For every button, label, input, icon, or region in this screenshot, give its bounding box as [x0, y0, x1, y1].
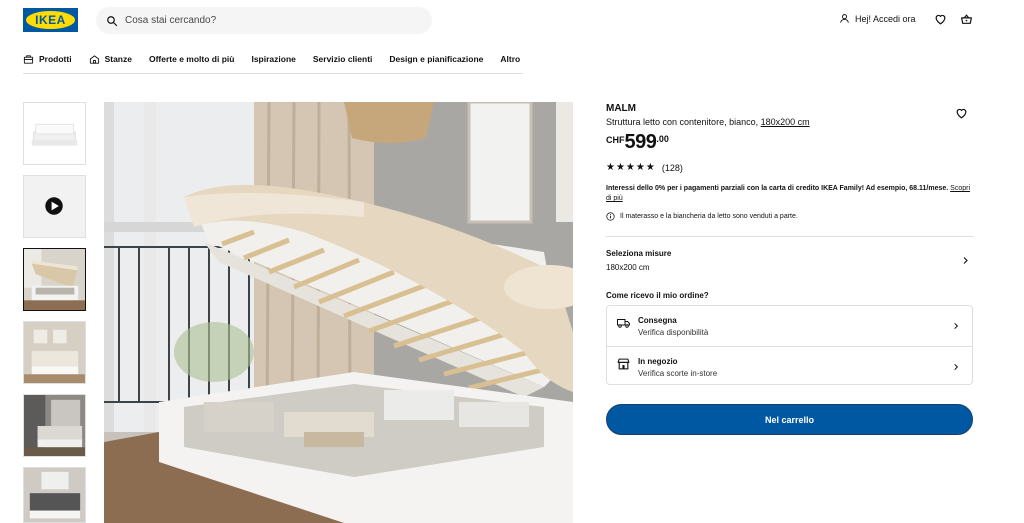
- main-product-image[interactable]: [104, 102, 573, 523]
- notice-text: Il materasso e la biancheria da letto so…: [620, 213, 798, 220]
- product-name: MALM: [606, 103, 636, 114]
- nav-label: Stanze: [104, 54, 132, 64]
- bed-open-storage-photo: [104, 102, 573, 523]
- chevron-right-icon: [954, 363, 959, 371]
- size-selector-value[interactable]: 180x200 cm: [606, 263, 650, 272]
- finance-text: Interessi dello 0% per i pagamenti parzi…: [606, 185, 949, 192]
- user-icon: [840, 14, 849, 23]
- size-selector-title[interactable]: Seleziona misure: [606, 249, 671, 258]
- nav-item-servizio-clienti[interactable]: Servizio clienti: [313, 49, 373, 69]
- nav-label: Prodotti: [39, 54, 72, 64]
- heart-icon[interactable]: [934, 13, 947, 26]
- account-link[interactable]: Hej! Accedi ora: [839, 13, 916, 24]
- home-icon: [89, 54, 99, 64]
- delivery-option[interactable]: Consegna Verifica disponibilità: [607, 306, 972, 346]
- search-bar[interactable]: [96, 7, 432, 34]
- size-link[interactable]: 180x200 cm: [761, 117, 810, 127]
- search-icon: [107, 15, 118, 26]
- price: CHF 599 .00: [606, 132, 669, 152]
- video-thumbnail-image: [24, 176, 85, 237]
- review-count: (128): [661, 162, 683, 173]
- truck-icon: [617, 319, 630, 328]
- store-subtitle: Verifica scorte in-store: [638, 369, 718, 378]
- thumbnail-selected[interactable]: [23, 248, 86, 311]
- nav-item-design[interactable]: Design e pianificazione: [389, 49, 483, 69]
- bedroom-room-thumb: [24, 322, 85, 383]
- account-label: Hej! Accedi ora: [855, 13, 916, 24]
- price-currency: CHF: [606, 135, 625, 145]
- nav-item-ispirazione[interactable]: Ispirazione: [251, 49, 295, 69]
- chevron-right-icon[interactable]: [961, 256, 970, 265]
- ikea-logo[interactable]: IKEA: [23, 8, 78, 32]
- price-decimal: .00: [656, 134, 669, 144]
- nav-label: Ispirazione: [251, 54, 296, 64]
- main-nav: Prodotti Stanze Offerte e molto di più I…: [23, 49, 523, 74]
- order-options: Consegna Verifica disponibilità In negoz…: [606, 305, 973, 385]
- box-icon: [23, 54, 34, 64]
- add-to-favourites-heart-icon[interactable]: [955, 107, 968, 120]
- finance-info: Interessi dello 0% per i pagamenti parzi…: [606, 184, 974, 204]
- nav-item-altro[interactable]: Altro: [500, 49, 520, 69]
- nav-label: Altro: [500, 54, 521, 64]
- nav-item-offerte[interactable]: Offerte e molto di più: [149, 49, 234, 69]
- thumbnail-6[interactable]: [23, 467, 86, 523]
- store-option[interactable]: In negozio Verifica scorte in-store: [607, 346, 972, 386]
- delivery-title: Consegna: [638, 316, 677, 325]
- rating[interactable]: ★★★★★ (128): [606, 162, 683, 173]
- add-to-cart-button[interactable]: Nel carrello: [606, 404, 973, 435]
- nav-item-prodotti[interactable]: Prodotti: [23, 49, 72, 69]
- nav-item-stanze[interactable]: Stanze: [89, 49, 132, 69]
- logo-text: IKEA: [35, 13, 66, 27]
- order-title: Come ricevo il mio ordine?: [606, 291, 709, 300]
- chevron-right-icon: [954, 322, 959, 330]
- cart-icon[interactable]: [960, 13, 973, 26]
- search-input[interactable]: [125, 15, 405, 26]
- product-description: Struttura letto con contenitore, bianco,…: [606, 117, 810, 127]
- thumbnail-1[interactable]: [23, 102, 86, 165]
- store-title: In negozio: [638, 357, 678, 366]
- delivery-subtitle: Verifica disponibilità: [638, 328, 709, 337]
- bed-white-background-image: [24, 103, 85, 164]
- notice: Il materasso e la biancheria da letto so…: [606, 212, 798, 221]
- store-icon: [617, 358, 630, 370]
- thumbnail-5[interactable]: [23, 394, 86, 457]
- nav-label: Design e pianificazione: [389, 54, 484, 64]
- price-integer: 599: [624, 131, 657, 153]
- bedroom-dark-thumb: [24, 395, 85, 456]
- rating-stars-icon: ★★★★★: [606, 162, 656, 173]
- nav-label: Servizio clienti: [312, 54, 373, 64]
- divider: [606, 236, 974, 237]
- info-icon: [606, 212, 615, 221]
- nav-label: Offerte e molto di più: [148, 54, 235, 64]
- bedroom-patterned-thumb: [24, 468, 85, 522]
- thumbnail-4[interactable]: [23, 321, 86, 384]
- bed-open-storage-thumb: [24, 249, 85, 310]
- description-text: Struttura letto con contenitore, bianco,: [606, 117, 759, 127]
- logo-oval: IKEA: [26, 11, 75, 29]
- thumbnail-video[interactable]: [23, 175, 86, 238]
